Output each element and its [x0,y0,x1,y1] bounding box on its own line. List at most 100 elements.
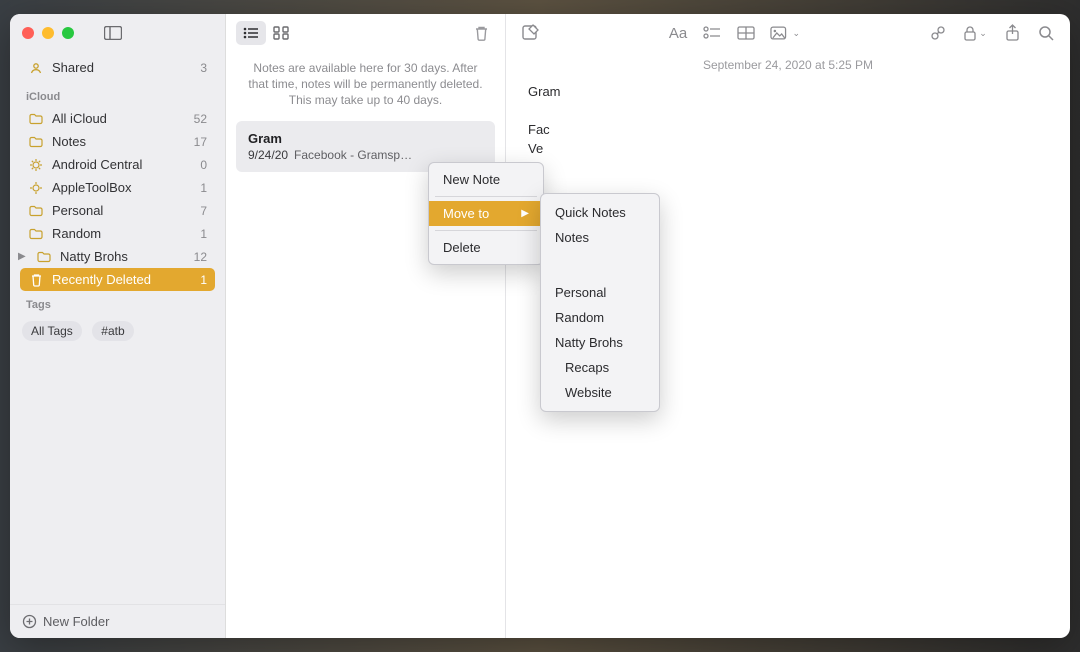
link-button[interactable] [928,23,948,43]
gallery-view-button[interactable] [266,21,296,45]
lock-button[interactable]: ⌄ [962,23,988,43]
editor-toolbar: Aa ⌄ ⌄ [506,14,1070,52]
zoom-window-button[interactable] [62,27,74,39]
sidebar-shared-label: Shared [52,60,94,75]
search-icon [1038,25,1055,42]
tag-atb[interactable]: #atb [92,321,133,341]
sidebar-item-label: Notes [52,134,86,149]
sidebar-item-count: 1 [200,181,207,195]
sidebar-heading-tags: Tags [10,291,225,315]
sidebar-item-natty-brohs[interactable]: ▶ Natty Brohs 12 [20,245,215,268]
sidebar-item-label: All iCloud [52,111,107,126]
sidebar-item-count: 12 [194,250,207,264]
note-body-line: Fac [528,120,1048,140]
delete-note-button[interactable] [467,21,495,45]
folder-icon [28,205,44,217]
ctx-sub-personal[interactable]: Personal [541,280,659,305]
grid-icon [273,26,289,40]
sidebar-item-android-central[interactable]: Android Central 0 [20,153,215,176]
sidebar-item-label: Natty Brohs [60,249,128,264]
ctx-new-note[interactable]: New Note [429,167,543,192]
share-icon [1005,24,1020,42]
sidebar-item-notes[interactable]: Notes 17 [20,130,215,153]
compose-icon [521,24,539,42]
new-folder-label: New Folder [43,614,109,629]
sidebar-item-count: 7 [200,204,207,218]
deleted-info-text: Notes are available here for 30 days. Af… [226,52,505,121]
note-body[interactable]: Gram Fac Ve [506,82,1070,159]
tag-all[interactable]: All Tags [22,321,82,341]
sidebar-item-count: 17 [194,135,207,149]
shared-icon [28,61,44,75]
ctx-gap [541,250,659,280]
sidebar-item-label: Personal [52,203,103,218]
sidebar-icon [104,26,122,40]
sidebar-heading-icloud: iCloud [20,83,215,107]
sidebar-item-count: 1 [200,227,207,241]
view-mode-segment [236,21,296,45]
sidebar-item-count: 1 [200,273,207,287]
sidebar-shared[interactable]: Shared 3 [20,56,215,79]
media-button[interactable]: ⌄ [770,23,800,43]
chevron-down-icon: ⌄ [979,28,987,39]
sidebar-item-count: 52 [194,112,207,126]
list-view-button[interactable] [236,21,266,45]
ctx-sub-natty-brohs[interactable]: Natty Brohs [541,330,659,355]
ctx-separator [435,230,537,231]
sidebar-item-all-icloud[interactable]: All iCloud 52 [20,107,215,130]
checklist-button[interactable] [702,23,722,43]
compose-button[interactable] [520,23,540,43]
context-menu: New Note Move to▶ Delete [428,162,544,265]
format-button[interactable]: Aa [668,23,688,43]
sidebar-item-label: Recently Deleted [52,272,151,287]
note-cell-title: Gram [248,131,483,146]
trash-icon [28,273,44,287]
context-submenu: Quick Notes Notes Personal Random Natty … [540,193,660,412]
tags-area: All Tags #atb [10,315,225,347]
search-button[interactable] [1036,23,1056,43]
plus-circle-icon [22,614,37,629]
photo-icon [770,26,789,40]
ctx-sub-random[interactable]: Random [541,305,659,330]
table-icon [737,26,755,40]
app-window: Shared 3 iCloud All iCloud 52 Notes 17 A… [10,14,1070,638]
lock-icon [963,25,977,41]
share-button[interactable] [1002,23,1022,43]
ctx-sub-recaps[interactable]: Recaps [541,355,659,380]
link-icon [929,24,947,42]
ctx-sub-notes[interactable]: Notes [541,225,659,250]
ctx-sub-quick-notes[interactable]: Quick Notes [541,200,659,225]
note-body-line: Ve [528,139,1048,159]
sidebar-item-label: Android Central [52,157,142,172]
chevron-right-icon[interactable]: ▶ [18,251,28,262]
gear-icon [28,158,44,172]
sidebar-item-label: Random [52,226,101,241]
traffic-lights [22,27,74,39]
new-folder-button[interactable]: New Folder [10,604,225,638]
table-button[interactable] [736,23,756,43]
ctx-move-to[interactable]: Move to▶ [429,201,543,226]
list-icon [242,26,260,40]
window-titlebar [10,14,225,52]
format-icon: Aa [669,25,687,42]
sidebar-item-random[interactable]: Random 1 [20,222,215,245]
note-cell-date: 9/24/20 [248,148,288,162]
minimize-window-button[interactable] [42,27,54,39]
sidebar-item-appletoolbox[interactable]: AppleToolBox 1 [20,176,215,199]
trash-icon [474,25,489,42]
sidebar-section-icloud: iCloud All iCloud 52 Notes 17 Android Ce… [10,79,225,291]
note-cell-subtitle: 9/24/20Facebook - Gramsp… [248,148,483,162]
folder-icon [36,251,52,263]
sidebar: Shared 3 iCloud All iCloud 52 Notes 17 A… [10,14,226,638]
toggle-sidebar-button[interactable] [100,22,126,44]
sidebar-item-recently-deleted[interactable]: Recently Deleted 1 [20,268,215,291]
sidebar-item-label: AppleToolBox [52,180,132,195]
gear-icon [28,181,44,195]
close-window-button[interactable] [22,27,34,39]
notes-list-pane: Notes are available here for 30 days. Af… [226,14,506,638]
sidebar-item-count: 0 [200,158,207,172]
ctx-delete[interactable]: Delete [429,235,543,260]
sidebar-shared-count: 3 [200,61,207,75]
ctx-sub-website[interactable]: Website [541,380,659,405]
sidebar-item-personal[interactable]: Personal 7 [20,199,215,222]
